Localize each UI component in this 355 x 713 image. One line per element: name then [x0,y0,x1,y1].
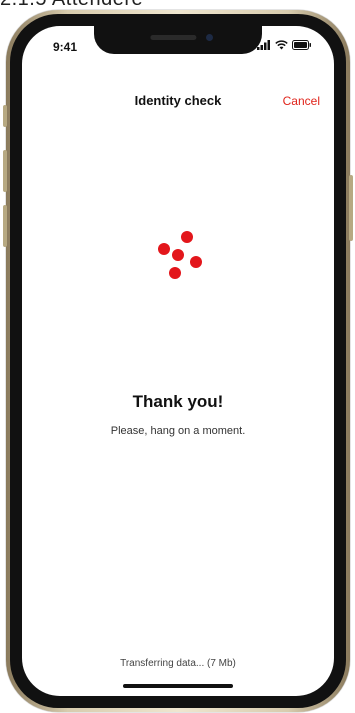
home-indicator[interactable] [123,684,233,688]
subtext: Please, hang on a moment. [110,425,246,437]
cancel-button[interactable]: Cancel [283,94,320,108]
transfer-status: Transferring data... (7 Mb) [120,658,236,669]
side-button [3,205,7,247]
camera-icon [206,34,213,41]
loading-dot [181,231,193,243]
screen: 9:41 Identity check Cancel Thank you! Pl… [22,26,334,696]
loading-dot [172,249,184,261]
headline: Thank you! [132,392,224,411]
side-button [349,175,353,241]
phone-body: 9:41 Identity check Cancel Thank you! Pl… [10,14,346,708]
side-button [3,150,7,192]
loading-dot [190,256,202,268]
battery-icon [292,40,311,50]
status-icons [257,40,312,50]
loading-dot [158,243,170,255]
page: 2.1.5 Attendere 9:41 [0,0,355,713]
status-time: 9:41 [53,40,78,54]
loading-dots-icon [154,229,214,289]
signal-icon [257,40,270,50]
wifi-icon [275,40,288,50]
loading-dot [169,267,181,279]
side-button [3,105,7,127]
notch [94,26,262,54]
speaker [150,35,197,40]
phone-frame: 9:41 Identity check Cancel Thank you! Pl… [3,10,353,712]
